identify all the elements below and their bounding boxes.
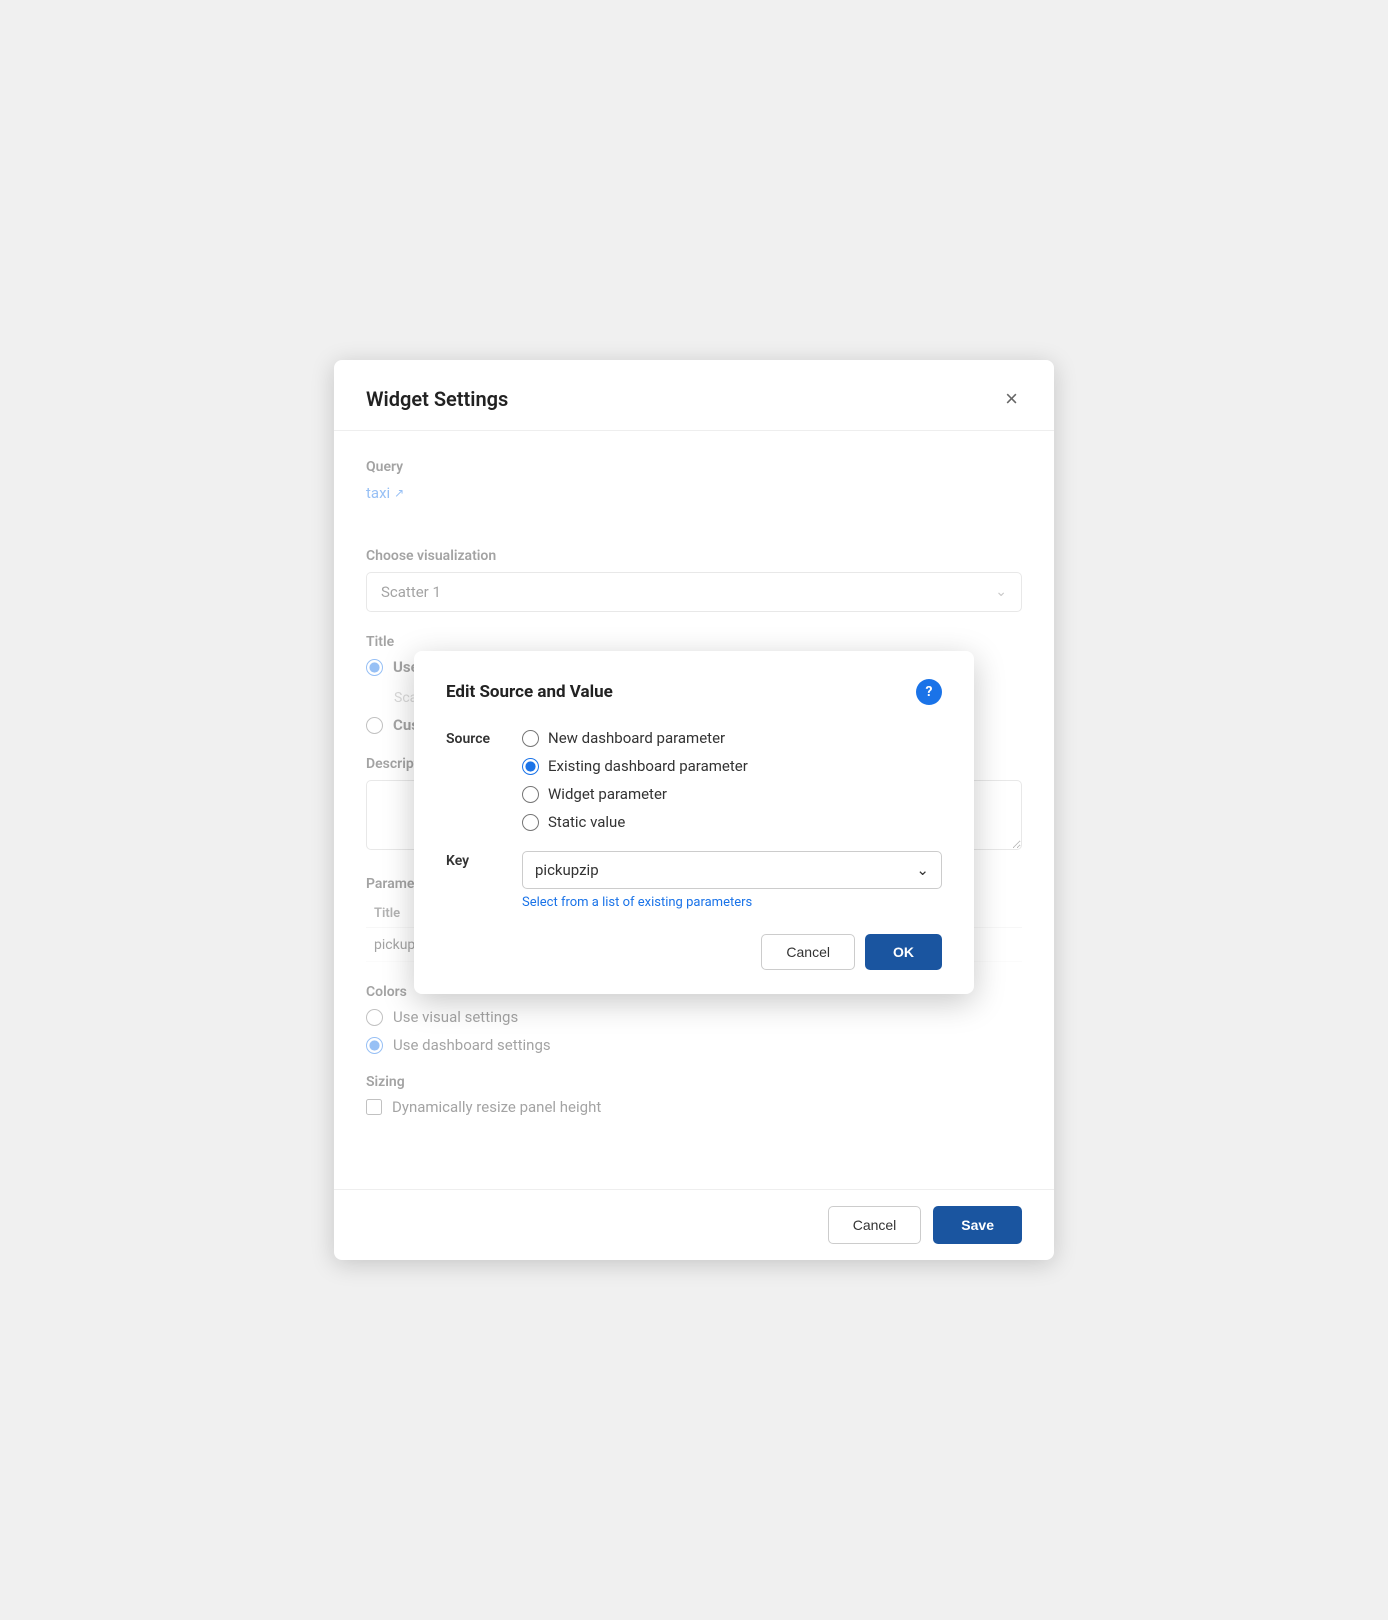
new-dashboard-param-label: New dashboard parameter (548, 729, 725, 747)
key-row: Key pickupzip ⌄ Select from a list of ex… (446, 851, 942, 910)
new-dashboard-param-radio[interactable]: New dashboard parameter (522, 729, 748, 747)
source-row: Source New dashboard parameter Existing … (446, 729, 942, 831)
dialog-title: Widget Settings (366, 387, 508, 411)
static-value-radio[interactable]: Static value (522, 813, 748, 831)
static-value-input[interactable] (522, 814, 539, 831)
footer-cancel-button[interactable]: Cancel (828, 1206, 922, 1244)
dialog-footer: Cancel Save (334, 1189, 1054, 1260)
edit-source-dialog: Edit Source and Value ? Source New dashb… (414, 651, 974, 994)
source-radio-group: New dashboard parameter Existing dashboa… (522, 729, 748, 831)
widget-param-input[interactable] (522, 786, 539, 803)
source-label: Source (446, 729, 506, 747)
widget-param-radio[interactable]: Widget parameter (522, 785, 748, 803)
widget-param-label: Widget parameter (548, 785, 667, 803)
key-hint: Select from a list of existing parameter… (522, 895, 942, 910)
key-value: pickupzip (535, 861, 599, 879)
inner-dialog-header: Edit Source and Value ? (446, 679, 942, 705)
dialog-body: Query taxi ↗ Choose visualization Scatte… (334, 431, 1054, 1189)
inner-dialog-footer: Cancel OK (446, 934, 942, 970)
widget-settings-dialog: Widget Settings × Query taxi ↗ Choose vi… (334, 360, 1054, 1260)
key-select[interactable]: pickupzip ⌄ (522, 851, 942, 889)
existing-dashboard-param-input[interactable] (522, 758, 539, 775)
key-select-container: pickupzip ⌄ Select from a list of existi… (522, 851, 942, 910)
static-value-label: Static value (548, 813, 625, 831)
new-dashboard-param-input[interactable] (522, 730, 539, 747)
inner-dialog-title: Edit Source and Value (446, 682, 613, 702)
key-label: Key (446, 851, 506, 869)
existing-dashboard-param-label: Existing dashboard parameter (548, 757, 748, 775)
key-chevron-icon: ⌄ (916, 861, 929, 879)
inner-ok-button[interactable]: OK (865, 934, 942, 970)
footer-save-button[interactable]: Save (933, 1206, 1022, 1244)
dialog-header: Widget Settings × (334, 360, 1054, 431)
existing-dashboard-param-radio[interactable]: Existing dashboard parameter (522, 757, 748, 775)
inner-cancel-button[interactable]: Cancel (761, 934, 855, 970)
help-icon[interactable]: ? (916, 679, 942, 705)
close-button[interactable]: × (1001, 384, 1022, 414)
